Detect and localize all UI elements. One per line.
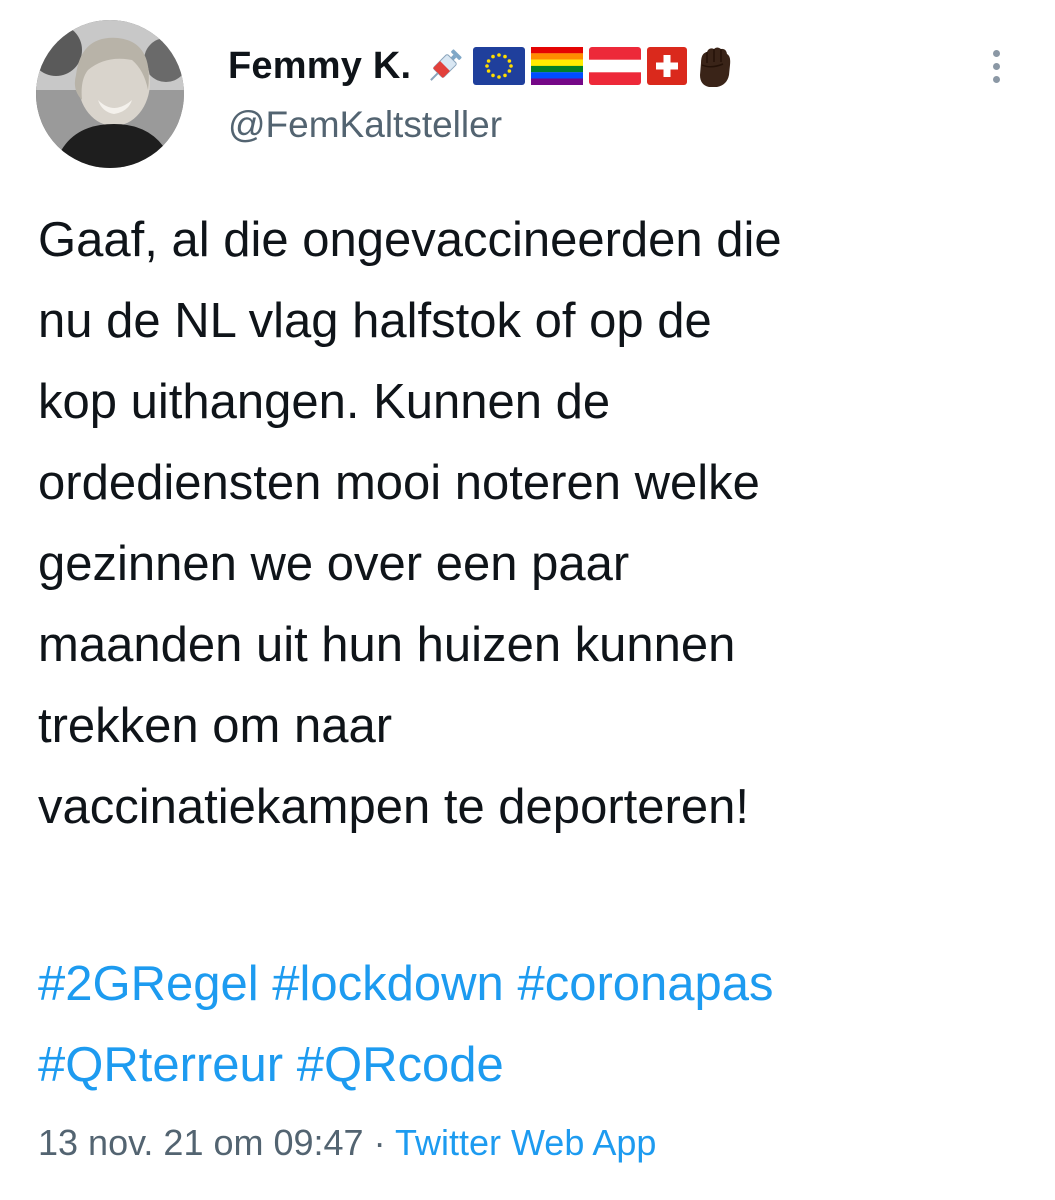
timestamp[interactable]: 13 nov. 21 om 09:47	[38, 1122, 364, 1163]
eu-flag-icon	[473, 47, 526, 85]
more-vertical-icon-dot	[992, 62, 1000, 70]
tweet-text-line: Gaaf, al die ongevaccineerden die	[38, 213, 782, 267]
tweet-text: Gaaf, al die ongevaccineerden die nu de …	[38, 200, 1028, 848]
switzerland-flag-icon	[647, 47, 688, 85]
author-name-row: Femmy K.	[228, 38, 741, 94]
tweet-text-line: vaccinatiekampen te deporteren!	[38, 780, 749, 834]
hashtag-link[interactable]: #2GRegel	[38, 957, 259, 1011]
syringe-icon	[430, 49, 462, 81]
hashtag-line: #QRterreur #QRcode	[38, 1025, 1038, 1106]
avatar-photo	[36, 20, 184, 168]
tweet-text-line: nu de NL vlag halfstok of op de	[38, 294, 712, 348]
more-vertical-icon-dot	[992, 75, 1000, 83]
tweet-text-line: kop uithangen. Kunnen de	[38, 375, 611, 429]
rainbow-flag-icon	[531, 47, 584, 85]
hashtag-link[interactable]: #lockdown	[272, 957, 504, 1011]
tweet-text-line: ordediensten mooi noteren welke	[38, 456, 760, 510]
hashtag-link[interactable]: #QRterreur	[38, 1038, 283, 1092]
avatar[interactable]	[36, 20, 184, 168]
source-app-link[interactable]: Twitter Web App	[395, 1122, 656, 1163]
tweet-text-line: maanden uit hun huizen kunnen	[38, 618, 736, 672]
author-handle[interactable]: @FemKaltsteller	[228, 104, 502, 146]
display-name[interactable]: Femmy K.	[228, 45, 411, 88]
austria-flag-icon	[589, 47, 642, 85]
name-emojis	[423, 43, 741, 89]
tweet-text-line: trekken om naar	[38, 699, 393, 753]
hashtag-line: #2GRegel #lockdown #coronapas	[38, 944, 1038, 1025]
hashtag-link[interactable]: #coronapas	[517, 957, 773, 1011]
hashtags: #2GRegel #lockdown #coronapas #QRterreur…	[38, 944, 1038, 1106]
tweet-text-line: gezinnen we over een paar	[38, 537, 630, 591]
hashtag-link[interactable]: #QRcode	[297, 1038, 504, 1092]
meta-separator: ·	[373, 1122, 386, 1163]
tweet-card: Femmy K. @FemKaltsteller Gaaf, al die on…	[0, 0, 1055, 1200]
more-options-button[interactable]	[976, 38, 1016, 94]
tweet-meta: 13 nov. 21 om 09:47 · Twitter Web App	[38, 1122, 656, 1164]
raised-fist-icon	[700, 47, 731, 87]
more-vertical-icon	[992, 49, 1000, 57]
